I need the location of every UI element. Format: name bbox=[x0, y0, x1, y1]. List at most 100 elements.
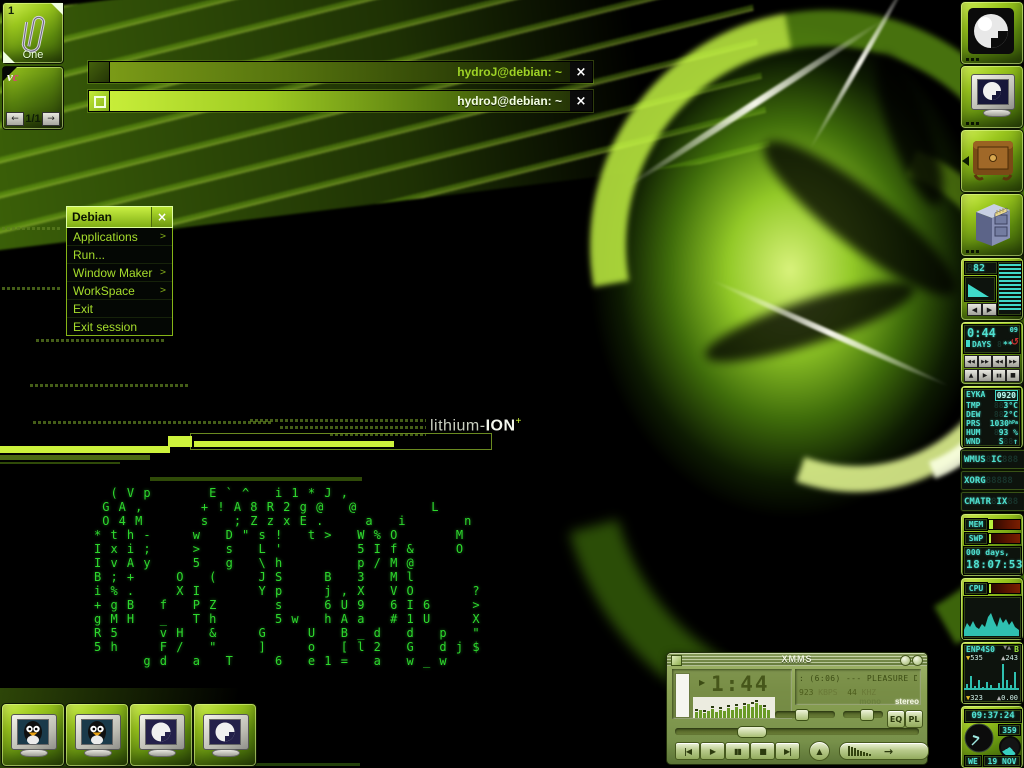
xmms-time-display[interactable]: 1:44 bbox=[711, 672, 770, 696]
terminal2-miniaturize-button[interactable] bbox=[89, 91, 110, 111]
running-indicator-dots bbox=[966, 250, 980, 253]
player-rewind-button[interactable]: ◀◀ bbox=[992, 355, 1006, 368]
dock-tile-cpu[interactable]: CPU bbox=[960, 577, 1024, 641]
dock-tile-sysmon[interactable]: MEM SWP 000 days, 18:07:53 bbox=[960, 513, 1024, 577]
xmms-equalizer-button[interactable]: EQ bbox=[887, 710, 905, 728]
dock-tile-network[interactable]: ENP4S0 ▼▲ B ▼535 ▲243 ▼323 ▲0.00 bbox=[960, 641, 1024, 705]
xmms-eject-button[interactable]: ▲ bbox=[809, 741, 830, 761]
dock-tile-filecabinet[interactable] bbox=[960, 193, 1024, 257]
xmms-song-title-marquee[interactable]: : (6:06) --- PLEASURE DJ - ATMO: bbox=[799, 674, 917, 683]
menu-item-workspace[interactable]: WorkSpace> bbox=[67, 281, 172, 299]
terminal1-miniaturize-button[interactable] bbox=[89, 62, 110, 82]
uptime-lcd: 000 days, 18:07:53 bbox=[963, 546, 1022, 575]
root-menu-title: Debian bbox=[67, 210, 151, 224]
menu-item-label: Exit bbox=[73, 302, 93, 316]
pager-dockapp[interactable]: vc ← 1/1 → bbox=[2, 66, 64, 130]
appicon-wmaker-2[interactable] bbox=[193, 703, 257, 767]
appicon-xterm-2[interactable] bbox=[65, 703, 129, 767]
plate-text: CMATR bbox=[964, 497, 991, 507]
xmms-clutterbar[interactable] bbox=[675, 673, 690, 718]
cpu-label: CPU bbox=[969, 584, 983, 593]
volume-triangle-icon bbox=[968, 284, 989, 297]
xmms-shuffle-repeat-cluster[interactable]: → bbox=[839, 742, 929, 760]
plate-text: WMUS bbox=[964, 455, 986, 465]
xmms-previous-button[interactable]: |◀ bbox=[675, 742, 700, 760]
xmms-close-button[interactable] bbox=[912, 655, 923, 666]
menu-item-applications[interactable]: Applications> bbox=[67, 228, 172, 245]
xmms-pause-button[interactable]: ▮▮ bbox=[725, 742, 750, 760]
dock-tile-mixer[interactable]: 8 82 ◀ ▶ bbox=[960, 257, 1024, 321]
weather-lcd: EYKA0920 TMP883°C DEW882°C PRS1030hPa HU… bbox=[963, 388, 1021, 447]
appicon-wmaker-1[interactable] bbox=[129, 703, 193, 767]
menu-item-label: Window Maker bbox=[73, 266, 152, 280]
xmms-titlebar[interactable]: XMMS bbox=[667, 653, 927, 666]
weather-label: HUM bbox=[966, 428, 980, 437]
player-prev-track-button[interactable]: ◀◀ bbox=[964, 355, 978, 368]
cmatrix-output: ( V p E ` ^ i 1 * J , G A , + ! A 8 R 2 … bbox=[94, 486, 481, 668]
player-stop-button[interactable]: ■ bbox=[1006, 369, 1020, 382]
position-slider-knob[interactable] bbox=[737, 726, 767, 738]
dockapp-plate-wmusic[interactable]: WMUS8IC888 bbox=[960, 449, 1024, 470]
xmms-stop-button[interactable]: ■ bbox=[750, 742, 775, 760]
menu-item-label: Run... bbox=[73, 248, 105, 262]
xmms-playlist-button[interactable]: PL bbox=[905, 710, 923, 728]
dock-tile-drawer[interactable] bbox=[960, 129, 1024, 193]
balance-slider-knob[interactable] bbox=[860, 709, 874, 721]
network-total-down: ▼323 bbox=[966, 694, 983, 702]
terminal1-close-button[interactable]: × bbox=[570, 62, 592, 82]
terminal2-close-button[interactable]: × bbox=[570, 91, 592, 111]
player-eject-button[interactable]: ▲ bbox=[964, 369, 978, 382]
pager-next-button[interactable]: → bbox=[42, 112, 60, 126]
menu-item-exit[interactable]: Exit bbox=[67, 299, 172, 317]
network-interface-name: ENP4S0 bbox=[966, 645, 995, 654]
monitor-icon bbox=[203, 714, 249, 750]
menu-item-window-maker[interactable]: Window Maker> bbox=[67, 263, 172, 281]
plate-ghost: 88 bbox=[1007, 497, 1018, 507]
root-menu-close-button[interactable]: × bbox=[151, 207, 172, 227]
xmms-play-button[interactable]: ▶ bbox=[700, 742, 725, 760]
xmms-next-button[interactable]: ▶| bbox=[775, 742, 800, 760]
dock-collapse-arrow-icon[interactable] bbox=[962, 156, 969, 166]
player-play-button[interactable]: ▶ bbox=[978, 369, 992, 382]
pager-logo: vc bbox=[7, 69, 19, 85]
running-indicator-dots bbox=[966, 122, 980, 125]
appicon-xterm-1[interactable] bbox=[1, 703, 65, 767]
dock-tile-terminal[interactable] bbox=[960, 65, 1024, 129]
network-panel: ENP4S0 ▼▲ B ▼535 ▲243 ▼323 ▲0.00 bbox=[963, 644, 1022, 703]
dock-tile-weather[interactable]: EYKA0920 TMP883°C DEW882°C PRS1030hPa HU… bbox=[960, 385, 1024, 449]
volume-slider-knob[interactable] bbox=[795, 709, 809, 721]
dockapp-plate-xorg[interactable]: XORG88888 bbox=[960, 470, 1024, 491]
mixer-next-button[interactable]: ▶ bbox=[982, 303, 997, 316]
vu-meter-right bbox=[1010, 264, 1021, 312]
menu-item-label: WorkSpace bbox=[73, 284, 135, 298]
terminal-titlebar-focused[interactable]: hydroJ@debian: ~ × bbox=[88, 90, 593, 112]
mixer-prev-button[interactable]: ◀ bbox=[967, 303, 982, 316]
menu-item-exit-session[interactable]: Exit session bbox=[67, 317, 172, 335]
weather-station: EYKA bbox=[966, 390, 985, 401]
cpu-load-graph bbox=[964, 597, 1019, 636]
player-forward-button[interactable]: ▶▶ bbox=[1006, 355, 1020, 368]
xmms-spectrum-analyzer[interactable] bbox=[693, 697, 775, 718]
dock-tile-player[interactable]: 0:44 09 DAYS 8 ** ↺ ◀◀ ▶▶ ◀◀ ▶▶ ▲ ▶ ▮▮ ■ bbox=[960, 321, 1024, 385]
menu-item-run[interactable]: Run... bbox=[67, 245, 172, 263]
dock-tile-clock[interactable]: 09:37:24 359 WE 19 NOV bbox=[960, 705, 1024, 768]
theme-logo-suffix: ION bbox=[486, 417, 516, 434]
dockapp-plate-cmatrix[interactable]: CMATR8IX88 bbox=[960, 491, 1024, 512]
terminal-titlebar-shaded[interactable]: hydroJ@debian: ~ × bbox=[88, 61, 593, 83]
xmms-position-slider[interactable] bbox=[675, 728, 919, 735]
player-block-icon bbox=[966, 340, 970, 347]
xmms-shade-button[interactable] bbox=[900, 655, 911, 666]
player-next-track-button[interactable]: ▶▶ bbox=[978, 355, 992, 368]
decor-tiny-text bbox=[36, 339, 166, 342]
root-menu-titlebar[interactable]: Debian × bbox=[66, 206, 173, 228]
xmms-balance-slider[interactable] bbox=[843, 711, 883, 718]
pager-prev-button[interactable]: ← bbox=[6, 112, 24, 126]
mem-label-box: MEM bbox=[964, 518, 988, 531]
workspace-clip[interactable]: 1 One bbox=[2, 2, 64, 64]
xmms-volume-slider[interactable] bbox=[775, 711, 835, 718]
window-maker-logo-mini bbox=[150, 721, 172, 743]
player-pause-button[interactable]: ▮▮ bbox=[992, 369, 1006, 382]
dock-tile-wmaker[interactable] bbox=[960, 1, 1024, 65]
mem-usage-bar bbox=[988, 519, 1021, 530]
clip-corner-top-right[interactable] bbox=[51, 3, 63, 15]
